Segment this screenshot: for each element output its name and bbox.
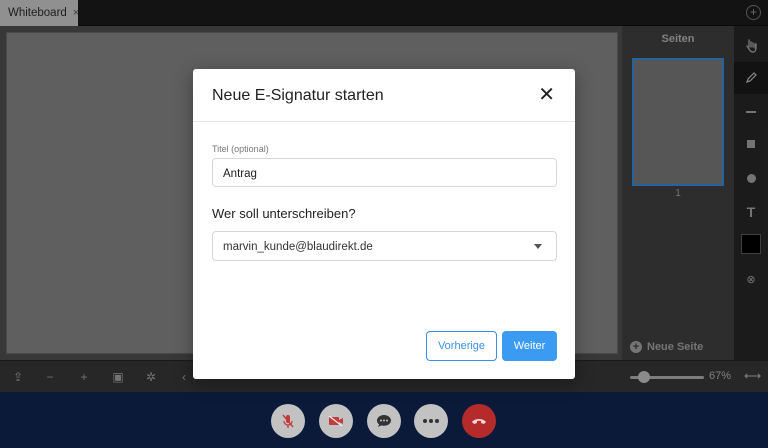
call-controls xyxy=(0,392,768,448)
title-field-label: Titel (optional) xyxy=(212,144,269,154)
e-signature-dialog: Neue E-Signatur starten ✕ Titel (optiona… xyxy=(193,69,575,379)
previous-button[interactable]: Vorherige xyxy=(426,331,497,361)
microphone-off-icon xyxy=(282,414,294,428)
title-input[interactable]: Antrag xyxy=(212,158,557,187)
more-icon xyxy=(423,419,439,423)
app: Whiteboard × + Seiten 1 + Neue Seite T ⊗… xyxy=(0,0,768,448)
chat-button[interactable] xyxy=(367,404,401,438)
caret-down-icon xyxy=(534,244,542,249)
hangup-button[interactable] xyxy=(462,404,496,438)
chat-icon xyxy=(377,415,391,427)
mute-microphone-button[interactable] xyxy=(271,404,305,438)
camera-off-icon xyxy=(328,415,343,427)
more-options-button[interactable] xyxy=(414,404,448,438)
next-button[interactable]: Weiter xyxy=(502,331,557,361)
signer-select[interactable]: marvin_kunde@blaudirekt.de xyxy=(212,231,557,261)
signer-question: Wer soll unterschreiben? xyxy=(212,206,356,221)
dialog-header: Neue E-Signatur starten ✕ xyxy=(193,69,575,122)
close-icon[interactable]: ✕ xyxy=(538,85,555,105)
dialog-title: Neue E-Signatur starten xyxy=(212,87,384,104)
signer-selected-value: marvin_kunde@blaudirekt.de xyxy=(223,241,373,253)
camera-toggle-button[interactable] xyxy=(319,404,353,438)
phone-hangup-icon xyxy=(472,419,486,424)
